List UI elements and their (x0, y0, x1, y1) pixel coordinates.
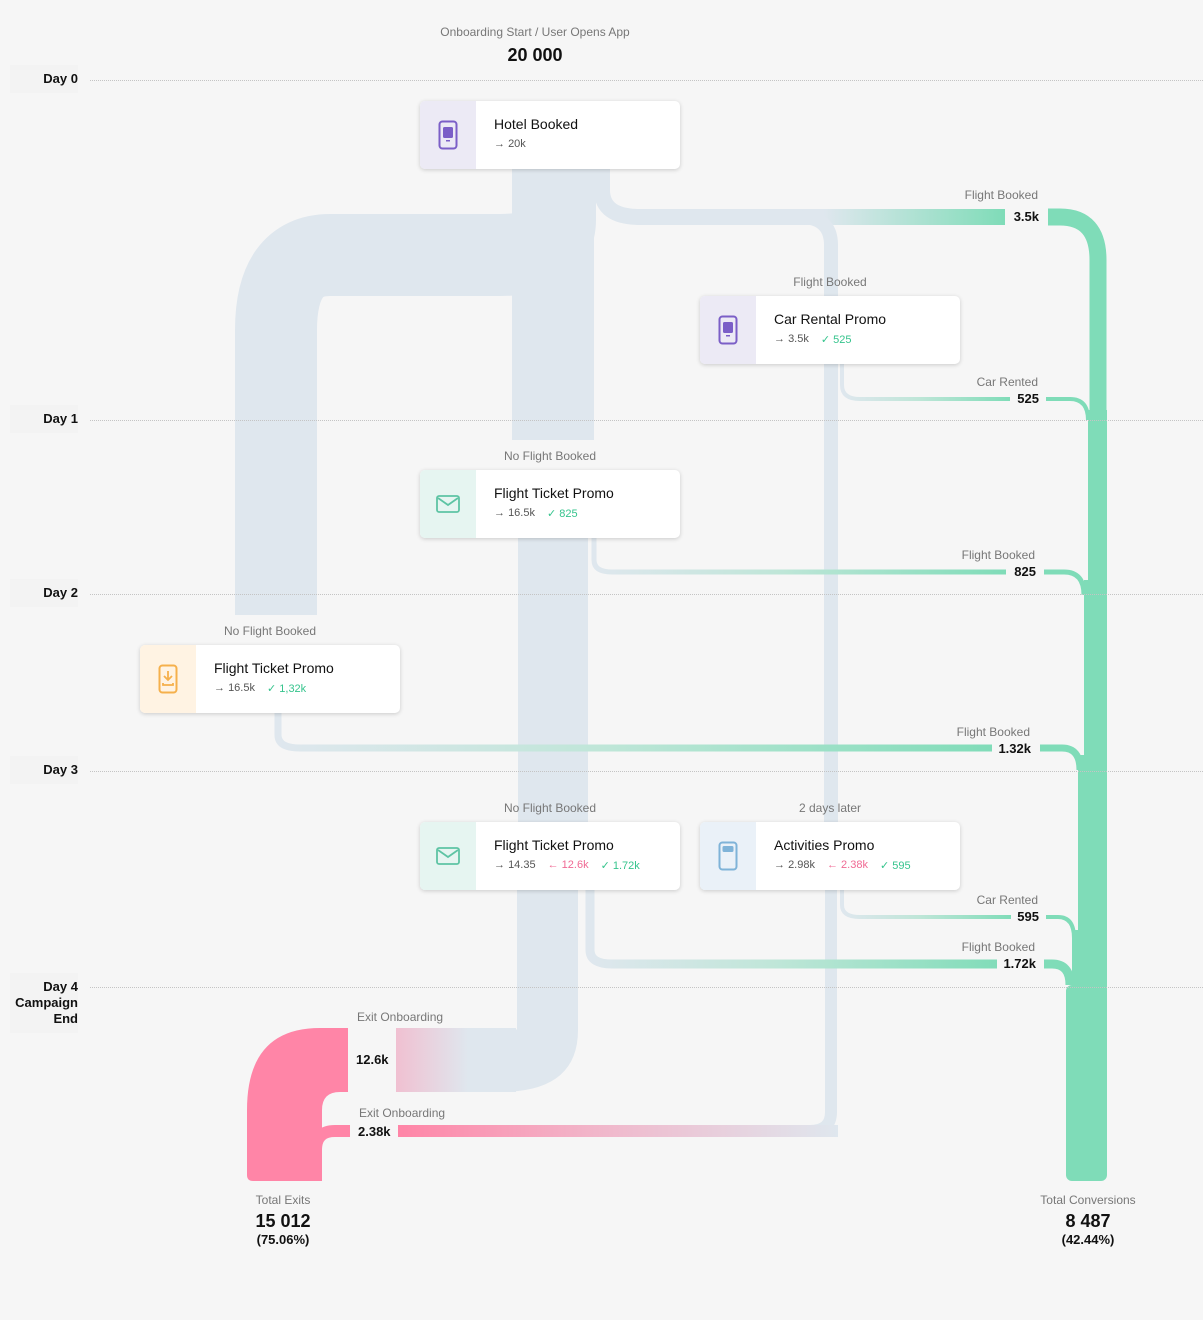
conversion-trunk-seg2 (1084, 580, 1107, 760)
day-divider (90, 771, 1203, 772)
conversion-trunk-seg3 (1078, 755, 1107, 935)
mobile-app-icon (420, 101, 476, 169)
node-converted: 525 (821, 333, 851, 346)
conversion-caption: Flight Booked (961, 548, 1035, 562)
conversion-total-bar (1066, 985, 1107, 1181)
day-label: Day 0 (10, 65, 78, 93)
exit-caption: Exit Onboarding (359, 1106, 446, 1120)
node-title: Hotel Booked (494, 116, 579, 132)
node-title: Car Rental Promo (774, 311, 887, 327)
node-entered: 3.5k (774, 333, 809, 346)
total-exits-pct: (75.06%) (256, 1232, 310, 1247)
day-divider (90, 420, 1203, 421)
conversion-value: 1.32k (992, 739, 1037, 758)
node-hotel-booked[interactable]: Hotel Booked 20k (420, 101, 680, 169)
conversion-join-825 (1044, 569, 1087, 596)
exit-value: 12.6k (350, 1050, 395, 1069)
node-caption: Flight Booked (793, 275, 867, 289)
download-icon (140, 645, 196, 713)
node-title: Activities Promo (774, 837, 875, 853)
conversion-value: 1.72k (997, 954, 1042, 973)
conversion-join-1-32k (1040, 744, 1084, 771)
node-car-rental-promo[interactable]: Car Rental Promo 3.5k 525 (700, 296, 960, 364)
total-conversions-label: Total Conversions (1040, 1193, 1136, 1207)
day-label: Day 2 (10, 579, 78, 607)
conversion-trunk-top (1048, 208, 1107, 420)
mobile-app-icon (700, 296, 756, 364)
node-converted: 1.72k (601, 859, 640, 872)
total-conversions: Total Conversions 8 487 (42.44%) (1040, 1193, 1135, 1247)
node-caption: 2 days later (798, 801, 862, 815)
node-entered: 2.98k (774, 859, 815, 872)
node-converted: 1,32k (267, 682, 306, 695)
flow-exit-12-6k (396, 1028, 516, 1092)
day-label: Day 1 (10, 405, 78, 433)
flow-act-to-exit (398, 890, 837, 1137)
total-exits-label: Total Exits (255, 1193, 311, 1207)
node-converted: 595 (880, 859, 910, 872)
onboarding-start: Onboarding Start / User Opens App 20 000 (440, 25, 629, 66)
node-entered: 14.35 (494, 859, 536, 872)
total-conversions-value: 8 487 (1065, 1211, 1111, 1231)
conversion-caption: Car Rented (976, 893, 1038, 907)
node-title: Flight Ticket Promo (494, 837, 614, 853)
node-caption: No Flight Booked (223, 624, 317, 638)
conversion-join-1-72k (1044, 959, 1075, 986)
exit-trunk (247, 1028, 348, 1181)
day-divider (90, 987, 1203, 988)
day-label-campaign-end: Day 4 Campaign End (10, 973, 78, 1033)
node-exited: 2.38k (827, 859, 868, 872)
node-caption: No Flight Booked (503, 449, 597, 463)
exit-caption: Exit Onboarding (357, 1010, 444, 1024)
conversion-join-595 (1046, 915, 1076, 939)
exit-value: 2.38k (352, 1122, 397, 1141)
email-icon (420, 822, 476, 890)
exit-join-2-38k (310, 1125, 350, 1181)
flow-hotel-to-conversion (594, 168, 1005, 225)
node-title: Flight Ticket Promo (214, 660, 334, 676)
email-icon (420, 470, 476, 538)
conversion-trunk-seg4 (1072, 930, 1107, 990)
total-exits-value: 15 012 (255, 1211, 311, 1231)
total-conversions-pct: (42.44%) (1061, 1232, 1115, 1247)
flow-ftp2-conversion (274, 712, 1000, 752)
conversion-caption: Flight Booked (961, 940, 1035, 954)
conversion-caption: Flight Booked (964, 188, 1038, 202)
flow-ftp3-conversion (585, 890, 1004, 969)
total-exits: Total Exits 15 012 (75.06%) (255, 1193, 310, 1247)
onboarding-start-caption: Onboarding Start / User Opens App (440, 25, 630, 39)
node-converted: 825 (547, 507, 577, 520)
node-caption: No Flight Booked (503, 801, 597, 815)
day-divider (90, 80, 1203, 81)
node-entered: 16.5k (494, 507, 535, 520)
conversion-trunk-seg1 (1088, 410, 1107, 580)
node-entered: 20k (494, 138, 526, 150)
node-entered: 16.5k (214, 682, 255, 695)
node-exited: 12.6k (548, 859, 589, 872)
node-title: Flight Ticket Promo (494, 485, 614, 501)
day-label: Day 3 (10, 756, 78, 784)
day-divider (90, 594, 1203, 595)
conversion-value: 3.5k (1007, 207, 1045, 226)
onboarding-start-total: 20 000 (507, 45, 563, 65)
flow-ftp1-conversion (591, 537, 1006, 575)
conversion-caption: Car Rented (976, 375, 1038, 389)
conversion-value: 525 (1011, 389, 1045, 408)
conversion-value: 825 (1008, 562, 1042, 581)
conversion-caption: Flight Booked (956, 725, 1030, 739)
node-flight-ticket-promo-push[interactable]: Flight Ticket Promo 16.5k 1,32k (140, 645, 400, 713)
node-activities-promo[interactable]: Activities Promo 2.98k 2.38k 595 (700, 822, 960, 890)
node-flight-ticket-promo-email-1[interactable]: Flight Ticket Promo 16.5k 825 (420, 470, 680, 538)
tablet-icon (700, 822, 756, 890)
conversion-value: 595 (1011, 907, 1045, 926)
node-flight-ticket-promo-email-2[interactable]: Flight Ticket Promo 14.35 12.6k 1.72k (420, 822, 680, 890)
conversion-join-525 (1046, 397, 1090, 421)
flow-exit-2-38k (398, 1125, 838, 1137)
